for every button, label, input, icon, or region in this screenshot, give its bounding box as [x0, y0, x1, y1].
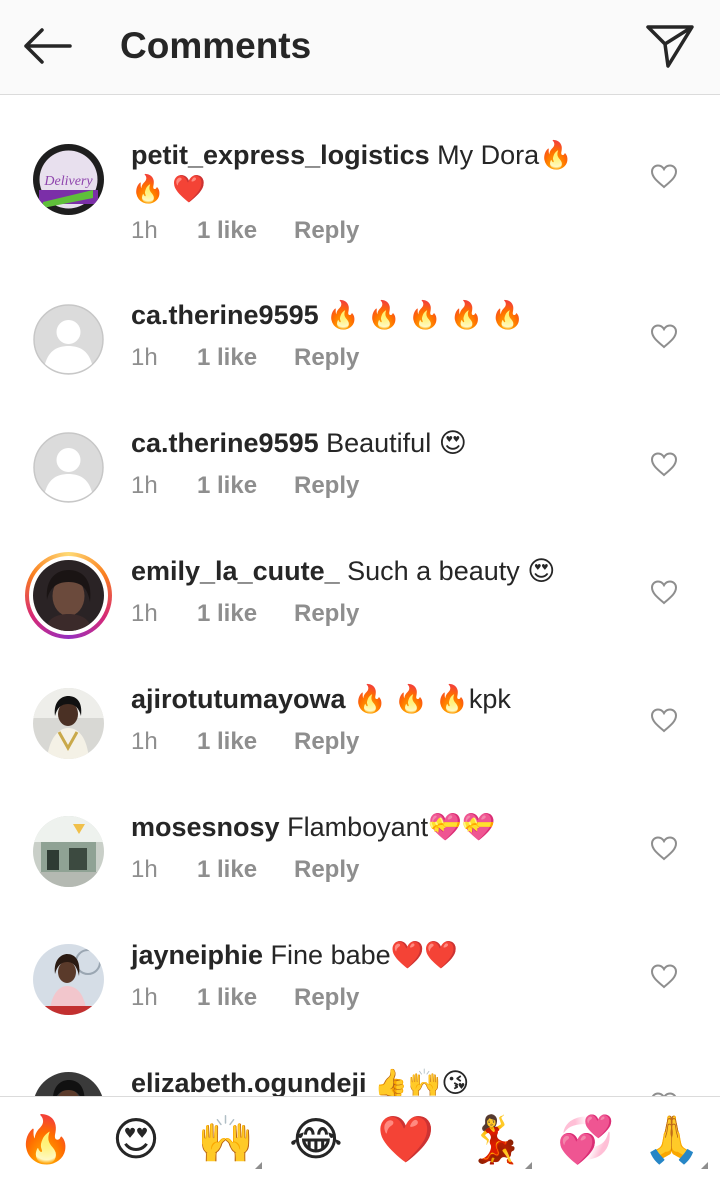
- comments-list[interactable]: Delivery petit_express_logistics My Dora…: [0, 96, 720, 1096]
- comment-item: ca.therine9595 Beautiful 😍 1h 1 like Reply: [0, 428, 720, 558]
- comment-text: petit_express_logistics My Dora🔥 🔥 ❤️: [131, 138, 611, 206]
- comment-item: mosesnosy Flamboyant💝💝 1h 1 like Reply: [0, 812, 720, 942]
- top-bar: Comments: [0, 0, 720, 95]
- avatar[interactable]: [33, 688, 104, 759]
- username-link[interactable]: jayneiphie: [131, 940, 263, 970]
- username-link[interactable]: petit_express_logistics: [131, 140, 430, 170]
- variant-indicator-icon: [701, 1162, 708, 1169]
- avatar[interactable]: [33, 944, 104, 1015]
- heart-outline-icon[interactable]: [650, 835, 678, 861]
- comment-text: mosesnosy Flamboyant💝💝: [131, 810, 611, 844]
- username-link[interactable]: ajirotutumayowa: [131, 684, 346, 714]
- comment-time: 1h: [131, 856, 158, 883]
- comment-body: Fine babe❤️❤️: [263, 940, 458, 970]
- likes-count[interactable]: 1 like: [197, 855, 294, 885]
- comment-meta: 1h 1 like Reply: [131, 599, 359, 629]
- comment-text: elizabeth.ogundeji 👍🙌😘: [131, 1066, 611, 1096]
- comment-body: Flamboyant💝💝: [279, 812, 496, 842]
- likes-count[interactable]: 1 like: [197, 983, 294, 1013]
- comment-meta: 1h 1 like Reply: [131, 343, 359, 373]
- comment-meta: 1h 1 like Reply: [131, 727, 359, 757]
- avatar: [29, 556, 108, 635]
- comment-time: 1h: [131, 472, 158, 499]
- comment-time: 1h: [131, 217, 158, 244]
- revolving-hearts-emoji-button[interactable]: 💞: [554, 1107, 618, 1171]
- comment-body: 🔥 🔥 🔥kpk: [345, 684, 511, 714]
- comment-text: jayneiphie Fine babe❤️❤️: [131, 938, 611, 972]
- comment-text: ajirotutumayowa 🔥 🔥 🔥kpk: [131, 682, 611, 716]
- reply-button[interactable]: Reply: [294, 728, 359, 755]
- username-link[interactable]: mosesnosy: [131, 812, 280, 842]
- heart-outline-icon[interactable]: [650, 451, 678, 477]
- comment-item: jayneiphie Fine babe❤️❤️ 1h 1 like Reply: [0, 940, 720, 1070]
- comment-body: 👍🙌😘: [366, 1068, 470, 1096]
- comment-body: 🔥 🔥 🔥 🔥 🔥: [318, 300, 525, 330]
- folded-hands-emoji: 🙏: [643, 1112, 701, 1166]
- username-link[interactable]: ca.therine9595: [131, 428, 319, 458]
- reply-button[interactable]: Reply: [294, 984, 359, 1011]
- reply-button[interactable]: Reply: [294, 217, 359, 244]
- comment-time: 1h: [131, 600, 158, 627]
- dancer-emoji-button[interactable]: 💃: [464, 1107, 532, 1171]
- avatar-story-ring[interactable]: [25, 552, 112, 639]
- reply-button[interactable]: Reply: [294, 472, 359, 499]
- heart-outline-icon[interactable]: [650, 963, 678, 989]
- comment-text: ca.therine9595 Beautiful 😍: [131, 426, 611, 460]
- raising-hands-emoji: 🙌: [197, 1112, 255, 1166]
- comment-item: emily_la_cuute_ Such a beauty 😍 1h 1 like…: [0, 552, 720, 686]
- back-arrow-icon[interactable]: [20, 24, 76, 68]
- comment-text: emily_la_cuute_ Such a beauty 😍: [131, 554, 611, 588]
- username-link[interactable]: elizabeth.ogundeji: [131, 1068, 367, 1096]
- raising-hands-emoji-button[interactable]: 🙌: [194, 1107, 262, 1171]
- comment-body: Beautiful 😍: [318, 428, 467, 458]
- comment-body: Such a beauty 😍: [339, 556, 556, 586]
- username-link[interactable]: ca.therine9595: [131, 300, 319, 330]
- comment-item: ajirotutumayowa 🔥 🔥 🔥kpk 1h 1 like Reply: [0, 684, 720, 814]
- dancer-emoji: 💃: [467, 1112, 525, 1166]
- username-link[interactable]: emily_la_cuute_: [131, 556, 340, 586]
- heart-outline-icon[interactable]: [650, 163, 678, 189]
- folded-hands-emoji-button[interactable]: 🙏: [640, 1107, 708, 1171]
- send-icon[interactable]: [644, 22, 696, 70]
- variant-indicator-icon: [255, 1162, 262, 1169]
- heart-eyes-emoji-button[interactable]: 😍: [104, 1107, 168, 1171]
- likes-count[interactable]: 1 like: [197, 216, 294, 246]
- avatar[interactable]: [33, 432, 104, 503]
- avatar[interactable]: [33, 304, 104, 375]
- quick-emoji-bar: 🔥 😍 🙌 😂 ❤️ 💃 💞 🙏: [0, 1096, 720, 1179]
- likes-count[interactable]: 1 like: [197, 343, 294, 373]
- heart-outline-icon[interactable]: [650, 579, 678, 605]
- comment-meta: 1h 1 like Reply: [131, 471, 359, 501]
- tears-of-joy-emoji-button[interactable]: 😂: [284, 1107, 348, 1171]
- avatar[interactable]: [33, 816, 104, 887]
- reply-button[interactable]: Reply: [294, 344, 359, 371]
- comment-time: 1h: [131, 728, 158, 755]
- comment-meta: 1h 1 like Reply: [131, 983, 359, 1013]
- svg-text:Delivery: Delivery: [43, 174, 93, 189]
- red-heart-emoji-button[interactable]: ❤️: [374, 1107, 438, 1171]
- comment-meta: 1h 1 like Reply: [131, 855, 359, 885]
- fire-emoji-button[interactable]: 🔥: [14, 1107, 78, 1171]
- comment-meta: 1h 1 like Reply: [131, 216, 359, 246]
- comment-item: Delivery petit_express_logistics My Dora…: [0, 140, 720, 270]
- heart-outline-icon[interactable]: [650, 323, 678, 349]
- comment-text: ca.therine9595 🔥 🔥 🔥 🔥 🔥: [131, 298, 611, 332]
- avatar[interactable]: [33, 1072, 104, 1096]
- likes-count[interactable]: 1 like: [197, 727, 294, 757]
- page-title: Comments: [120, 25, 312, 66]
- comment-item: elizabeth.ogundeji 👍🙌😘: [0, 1068, 720, 1096]
- reply-button[interactable]: Reply: [294, 600, 359, 627]
- likes-count[interactable]: 1 like: [197, 599, 294, 629]
- reply-button[interactable]: Reply: [294, 856, 359, 883]
- avatar[interactable]: Delivery: [33, 144, 104, 215]
- comment-time: 1h: [131, 984, 158, 1011]
- variant-indicator-icon: [525, 1162, 532, 1169]
- comment-item: ca.therine9595 🔥 🔥 🔥 🔥 🔥 1h 1 like Reply: [0, 300, 720, 430]
- comment-time: 1h: [131, 344, 158, 371]
- heart-outline-icon[interactable]: [650, 707, 678, 733]
- likes-count[interactable]: 1 like: [197, 471, 294, 501]
